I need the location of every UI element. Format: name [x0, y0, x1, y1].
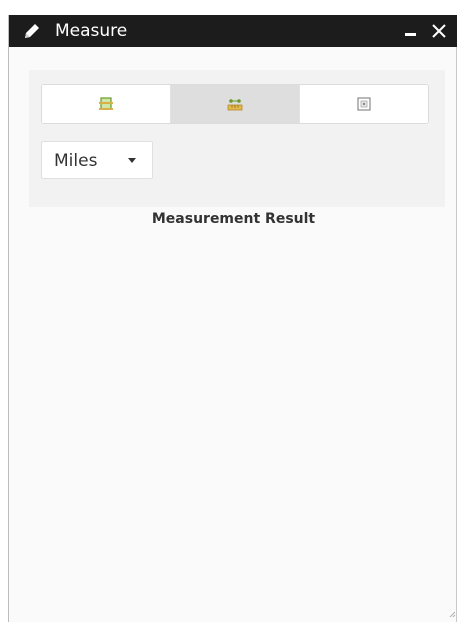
area-tool-button[interactable] — [42, 85, 171, 123]
chevron-down-icon — [128, 158, 136, 163]
measure-tools-area: Miles — [29, 70, 445, 207]
area-measure-icon — [99, 97, 113, 110]
resize-grip-icon[interactable] — [449, 611, 456, 618]
pencil-icon — [23, 22, 41, 40]
location-tool-button[interactable] — [300, 85, 428, 123]
unit-dropdown[interactable]: Miles — [41, 141, 153, 179]
minimize-icon — [405, 33, 416, 36]
widget-titlebar[interactable]: Measure — [9, 15, 457, 47]
minimize-button[interactable] — [403, 22, 419, 40]
location-measure-icon — [357, 97, 371, 111]
unit-selected-value: Miles — [54, 151, 98, 171]
close-button[interactable] — [430, 22, 448, 40]
measurement-result-heading: Measurement Result — [151, 211, 316, 227]
measure-tool-group — [41, 84, 429, 124]
measure-widget-panel: Measure Miles Measurement Result — [8, 15, 457, 622]
distance-tool-button[interactable] — [171, 85, 300, 123]
widget-title: Measure — [55, 21, 128, 41]
distance-measure-icon — [227, 99, 243, 111]
close-icon — [432, 24, 446, 38]
